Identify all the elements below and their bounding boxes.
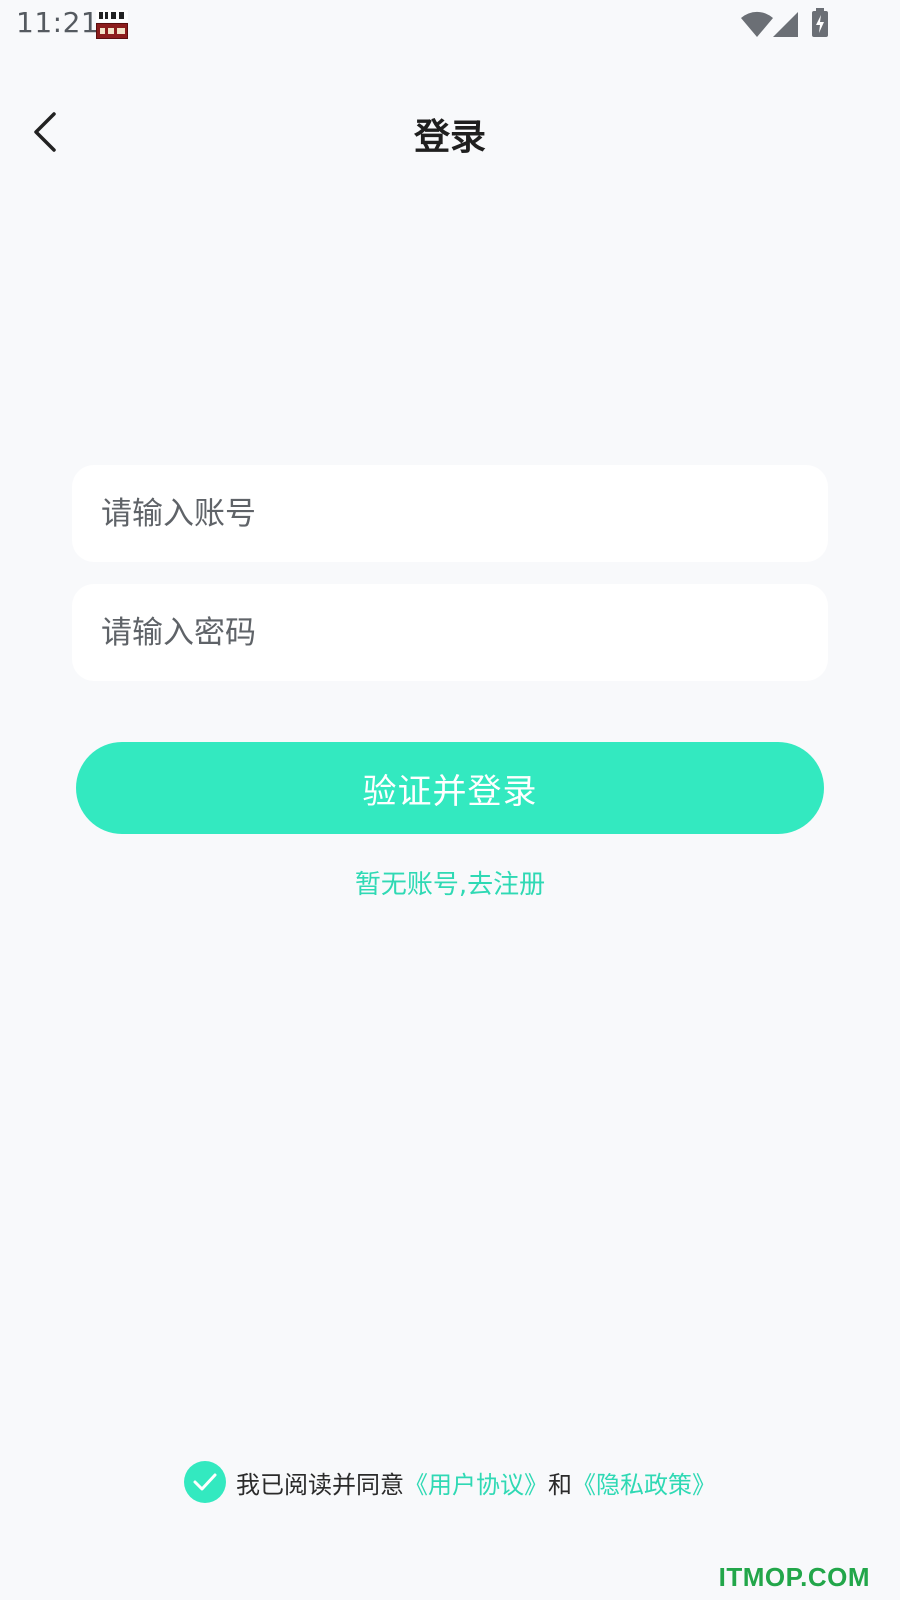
status-time: 11:21 bbox=[16, 6, 100, 39]
password-field bbox=[72, 584, 828, 681]
app-badge-icon bbox=[96, 10, 128, 40]
password-input[interactable] bbox=[72, 584, 828, 681]
agreement-checkbox[interactable] bbox=[184, 1461, 226, 1503]
login-button[interactable]: 验证并登录 bbox=[76, 742, 824, 834]
register-link[interactable]: 暂无账号,去注册 bbox=[0, 864, 900, 901]
check-icon bbox=[193, 1473, 217, 1491]
login-screen: 11:21 登录 请输入账号 验证并登录 暂无账号,去注册 我已阅读并同意 《用… bbox=[0, 0, 900, 1600]
signal-icon bbox=[773, 12, 798, 37]
status-bar: 11:21 bbox=[0, 0, 900, 52]
watermark: ITMOP.COM bbox=[718, 1562, 870, 1592]
page-title: 登录 bbox=[413, 117, 486, 158]
agreement-prefix: 我已阅读并同意 bbox=[236, 1470, 404, 1499]
privacy-policy-link[interactable]: 《隐私政策》 bbox=[572, 1465, 716, 1500]
account-input[interactable] bbox=[72, 465, 828, 562]
user-agreement-link[interactable]: 《用户协议》 bbox=[404, 1465, 548, 1500]
agreement-row: 我已阅读并同意 《用户协议》 和 《隐私政策》 bbox=[184, 1460, 716, 1504]
agreement-conjunction: 和 bbox=[548, 1470, 572, 1499]
wifi-icon bbox=[741, 11, 773, 38]
status-icons bbox=[740, 8, 840, 40]
battery-charging-icon bbox=[812, 8, 828, 37]
account-field bbox=[72, 465, 828, 562]
